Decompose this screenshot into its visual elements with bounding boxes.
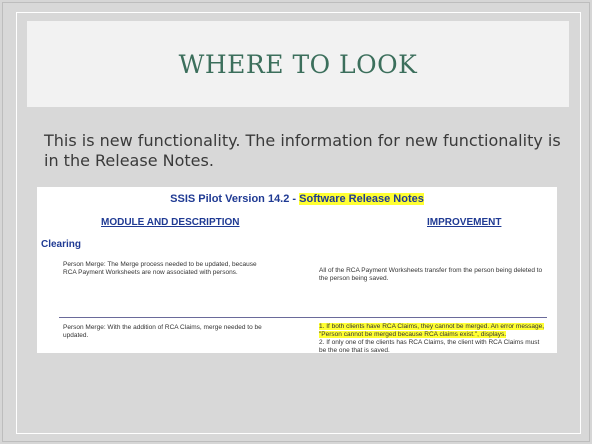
section-heading-clearing: Clearing	[41, 239, 82, 250]
slide: WHERE TO LOOK This is new functionality.…	[2, 2, 590, 442]
slide-body-text: This is new functionality. The informati…	[44, 131, 561, 170]
row-2-improvement: 1. If both clients have RCA Claims, they…	[319, 323, 547, 355]
release-notes-screenshot: SSIS Pilot Version 14.2 - Software Relea…	[37, 187, 557, 355]
title-box: WHERE TO LOOK	[27, 21, 569, 107]
row-divider	[59, 317, 547, 318]
release-notes-title: SSIS Pilot Version 14.2 - Software Relea…	[37, 193, 557, 205]
slide-title: WHERE TO LOOK	[178, 49, 418, 79]
column-header-improvement: IMPROVEMENT	[427, 217, 502, 228]
row-2-module: Person Merge: With the addition of RCA C…	[63, 324, 262, 339]
row-1-improvement: All of the RCA Payment Worksheets transf…	[319, 267, 543, 282]
column-header-module: MODULE AND DESCRIPTION	[101, 217, 240, 228]
row-2-improvement-2: 2. If only one of the clients has RCA Cl…	[319, 339, 540, 354]
release-notes-title-prefix: SSIS Pilot Version 14.2 -	[170, 193, 300, 205]
row-1-module: Person Merge: The Merge process needed t…	[63, 261, 257, 276]
release-notes-title-highlight: Software Release Notes	[299, 193, 424, 205]
row-2-improvement-1-highlighted: 1. If both clients have RCA Claims, they…	[319, 323, 545, 338]
